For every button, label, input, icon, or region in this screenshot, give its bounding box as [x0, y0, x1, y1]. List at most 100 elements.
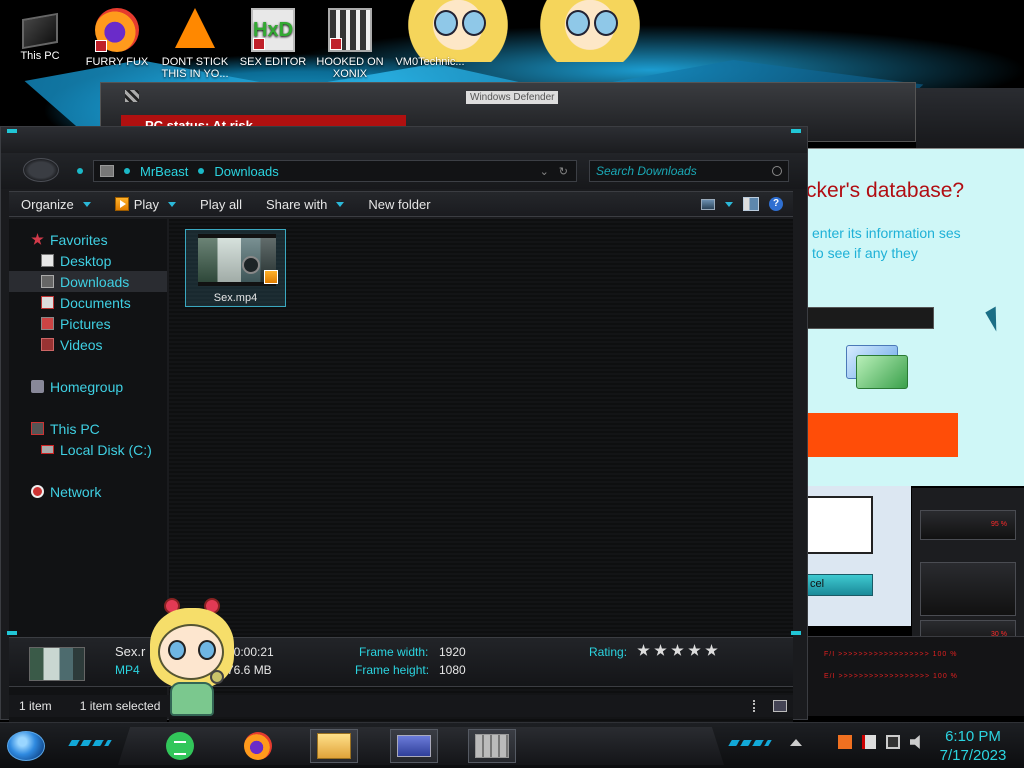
shortcut-arrow-icon [330, 38, 342, 50]
nav-item-this-pc[interactable]: This PC [9, 418, 167, 439]
nav-item-videos[interactable]: Videos [9, 334, 167, 355]
eye-graphic [168, 640, 186, 660]
firefox-icon [244, 732, 272, 760]
nav-label: Downloads [60, 273, 130, 290]
dress-graphic [170, 682, 214, 716]
details-file-type: MP4 [115, 663, 140, 677]
taskbar-app-file-explorer[interactable] [310, 729, 358, 763]
taskbar-app-firefox[interactable] [234, 729, 282, 763]
dialog-box [807, 496, 873, 554]
nav-item-homegroup[interactable]: Homegroup [9, 376, 167, 397]
desktop-icon-label: This PC [20, 50, 60, 62]
nav-item-local-disk[interactable]: Local Disk (C:) [9, 439, 167, 460]
dialog-panel: cel [806, 486, 911, 626]
back-button[interactable] [23, 158, 59, 182]
share-with-button[interactable]: Share with [254, 192, 356, 216]
desktop-icon-furry-fux[interactable]: FURRY FUX [79, 8, 155, 68]
file-item-video[interactable]: Sex.mp4 [185, 229, 286, 307]
star-icon[interactable] [637, 644, 650, 656]
desktop-icon-label: VM0Technic... [395, 56, 465, 68]
desktop-icon-label: FURRY FUX [85, 56, 149, 68]
new-folder-button[interactable]: New folder [356, 192, 442, 216]
computer-icon [22, 12, 58, 50]
forward-dot-icon[interactable] [77, 168, 83, 174]
desktop-icon-this-pc[interactable]: This PC [2, 8, 78, 62]
search-placeholder: Search Downloads [596, 164, 697, 178]
card-number-input[interactable] [806, 307, 934, 329]
file-name: Sex.mp4 [213, 292, 258, 304]
details-pane: Sex.r MP4 00:00:21 76.6 MB Frame width: … [9, 637, 793, 687]
submit-button[interactable] [806, 413, 958, 457]
breadcrumb-item[interactable]: Downloads [214, 164, 278, 179]
dropdown-chevron-icon[interactable]: ⌄ [540, 165, 549, 178]
camera-lens-graphic [242, 256, 260, 274]
nav-item-pictures[interactable]: Pictures [9, 313, 167, 334]
desktop-icon-label: HOOKED ON XONIX [316, 56, 384, 80]
start-button[interactable] [7, 731, 45, 761]
taskbar-decoration [728, 740, 772, 746]
address-bar[interactable]: MrBeast Downloads ⌄ ↻ [93, 160, 577, 182]
nav-item-favorites[interactable]: Favorites [9, 229, 167, 250]
cartoon-character-overlay [144, 598, 240, 726]
office-tray-icon[interactable] [838, 735, 852, 749]
window-chrome-decoration [916, 88, 1024, 148]
desktop-icon-label: SEX EDITOR [239, 56, 307, 68]
action-center-flag-icon[interactable] [862, 735, 876, 749]
taskbar-app-notes[interactable] [156, 729, 204, 763]
desktop-icon-vm0technic[interactable]: VM0Technic... [390, 8, 470, 68]
taskbar-clock[interactable]: 6:10 PM 7/17/2023 [930, 727, 1016, 765]
nav-item-downloads[interactable]: Downloads [9, 271, 167, 292]
play-icon [114, 197, 129, 211]
nav-label: Homegroup [50, 378, 124, 395]
address-actions: ⌄ ↻ [540, 165, 576, 178]
refresh-icon[interactable]: ↻ [559, 165, 568, 178]
breadcrumb-item[interactable]: MrBeast [140, 164, 188, 179]
nav-item-documents[interactable]: Documents [9, 292, 167, 313]
nav-item-desktop[interactable]: Desktop [9, 250, 167, 271]
hud-meter-row: E/I >>>>>>>>>>>>>>>>>> 100 % [824, 673, 958, 680]
large-icons-view-icon[interactable] [773, 700, 787, 712]
nav-item-network[interactable]: Network [9, 481, 167, 502]
desktop-icon-dont-stick[interactable]: DONT STICK THIS IN YO... [157, 8, 233, 80]
hud-reading: 95 % [920, 510, 1016, 540]
star-icon[interactable] [705, 644, 718, 656]
details-file-name: Sex.r [115, 644, 146, 659]
hud-dial [920, 562, 1016, 616]
rating-stars[interactable] [637, 644, 718, 657]
downloads-icon [41, 275, 54, 288]
play-all-button[interactable]: Play all [188, 192, 254, 216]
search-icon[interactable] [772, 166, 782, 176]
change-view-icon[interactable] [701, 198, 715, 210]
network-tray-icon[interactable] [886, 735, 900, 749]
star-icon[interactable] [688, 644, 701, 656]
window-title-bar[interactable] [1, 127, 807, 153]
taskbar-app-firewall[interactable] [468, 729, 516, 763]
frame-accent [791, 129, 801, 133]
help-icon[interactable]: ? [769, 197, 783, 211]
volume-icon[interactable] [910, 735, 920, 749]
preview-pane-icon[interactable] [743, 197, 759, 211]
play-button[interactable]: Play [103, 192, 188, 216]
desktop-icon-sex-editor[interactable]: HxD SEX EDITOR [235, 8, 311, 68]
clock-time: 6:10 PM [945, 728, 1001, 745]
star-icon[interactable] [671, 644, 684, 656]
taskbar-app-card-window[interactable] [390, 729, 438, 763]
computer-icon [31, 422, 44, 435]
view-dropdown-icon[interactable] [725, 201, 733, 207]
details-view-icon[interactable] [753, 700, 763, 712]
search-input[interactable]: Search Downloads [589, 160, 789, 182]
organize-button[interactable]: Organize [9, 192, 103, 216]
file-explorer-window[interactable]: MrBeast Downloads ⌄ ↻ Search Downloads O… [0, 126, 808, 727]
star-icon[interactable] [654, 644, 667, 656]
nav-label: Local Disk (C:) [60, 441, 152, 458]
desktop-icon-hooked-on-xonix[interactable]: HOOKED ON XONIX [312, 8, 388, 80]
toolbar-view-controls: ? [701, 197, 793, 211]
status-view-buttons [753, 700, 793, 712]
folder-icon [100, 165, 114, 177]
id-card-icon [397, 735, 431, 757]
disk-drive-icon [41, 445, 54, 454]
cancel-button[interactable]: cel [807, 574, 873, 596]
new-folder-label: New folder [368, 196, 431, 212]
frame-accent [791, 631, 801, 635]
show-hidden-icons-icon[interactable] [790, 738, 802, 746]
